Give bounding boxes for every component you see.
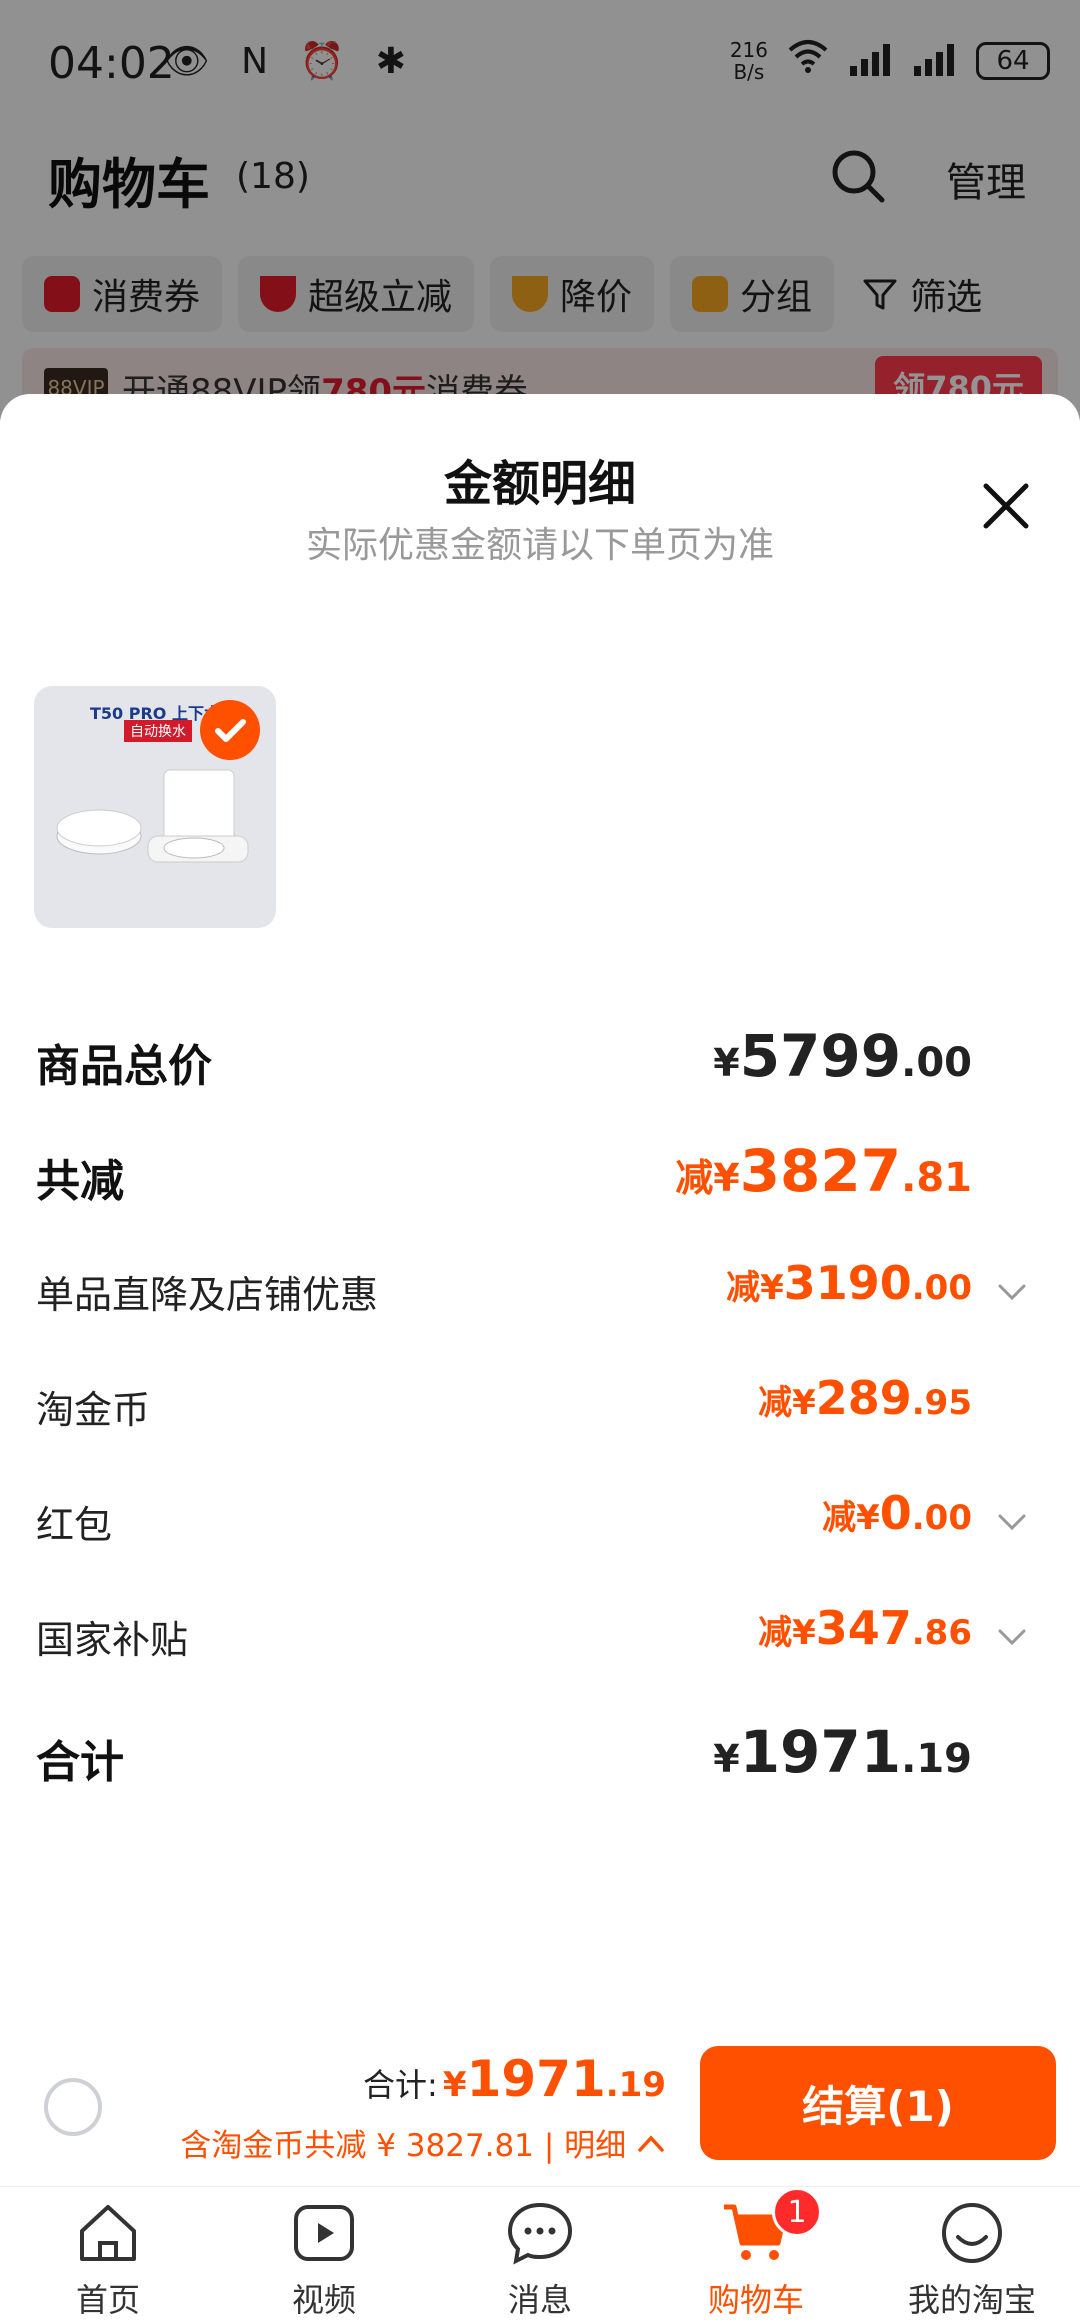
product-tag: 自动换水 — [124, 720, 192, 742]
row-amount: ¥5799.00 — [713, 1022, 972, 1090]
row-amount: 减¥3190.00 — [726, 1256, 972, 1310]
checkout-button[interactable]: 结算(1) — [700, 2046, 1056, 2160]
checkout-total: 合计: ¥1971.19 — [363, 2050, 666, 2108]
row-store-discount[interactable]: 单品直降及店铺优惠 减¥3190.00 — [36, 1256, 1040, 1336]
tab-video[interactable]: 视频 — [216, 2187, 432, 2324]
row-amount: 减¥3827.81 — [675, 1137, 972, 1205]
selected-check-icon[interactable] — [200, 700, 260, 760]
tab-messages[interactable]: 消息 — [432, 2187, 648, 2324]
row-total-discount: 共减 减¥3827.81 — [36, 1137, 1040, 1217]
sheet-subtitle: 实际优惠金额请以下单页为准 — [305, 525, 774, 566]
tab-my-taobao[interactable]: 我的淘宝 — [864, 2187, 1080, 2324]
row-red-packet[interactable]: 红包 减¥0.00 — [36, 1486, 1040, 1566]
row-amount: ¥1971.19 — [713, 1718, 972, 1786]
row-subtotal: 商品总价 ¥5799.00 — [36, 1022, 1040, 1102]
row-label: 淘金币 — [36, 1388, 151, 1432]
tab-home[interactable]: 首页 — [0, 2187, 216, 2324]
robot-vacuum-image — [56, 769, 249, 863]
chevron-down-icon[interactable] — [994, 1504, 1030, 1540]
message-icon — [507, 2202, 573, 2265]
row-label: 国家补贴 — [36, 1618, 189, 1662]
row-label: 商品总价 — [36, 1041, 212, 1092]
select-all-radio[interactable] — [44, 2078, 102, 2136]
cart-badge: 1 — [772, 2187, 822, 2237]
row-amount: 减¥289.95 — [758, 1371, 972, 1425]
close-icon[interactable] — [980, 480, 1032, 532]
checkout-bar: 合计: ¥1971.19 含淘金币共减 ¥ 3827.81 | 明细 结算(1) — [0, 2040, 1080, 2186]
home-icon — [80, 2205, 136, 2261]
bottom-tab-bar: 首页 视频 消息 购物车 1 我的淘宝 — [0, 2186, 1080, 2324]
sheet-title: 金额明细 — [443, 456, 636, 512]
row-label: 共减 — [36, 1156, 124, 1207]
row-amount: 减¥0.00 — [822, 1486, 972, 1540]
checkout-total-amount: ¥1971.19 — [442, 2050, 666, 2108]
tab-cart[interactable]: 购物车 1 — [648, 2187, 864, 2324]
product-thumbnail[interactable]: T50 PRO 上下水版 自动换水 — [34, 686, 276, 928]
row-label: 红包 — [36, 1503, 113, 1547]
row-taojinbi: 淘金币 减¥289.95 — [36, 1371, 1040, 1451]
row-label: 合计 — [36, 1737, 124, 1788]
row-national-subsidy[interactable]: 国家补贴 减¥347.86 — [36, 1601, 1040, 1681]
row-amount: 减¥347.86 — [758, 1601, 972, 1655]
chevron-down-icon[interactable] — [994, 1274, 1030, 1310]
amount-detail-sheet: 金额明细 实际优惠金额请以下单页为准 T50 PRO 上下水版 自动换水 商品总… — [0, 394, 1080, 2194]
row-label: 单品直降及店铺优惠 — [36, 1273, 379, 1317]
video-icon — [294, 2205, 354, 2261]
row-grand-total: 合计 ¥1971.19 — [36, 1718, 1040, 1798]
chevron-down-icon[interactable] — [994, 1619, 1030, 1655]
modal-overlay[interactable] — [0, 0, 1080, 420]
discount-detail-toggle[interactable]: 含淘金币共减 ¥ 3827.81 | 明细 — [180, 2120, 666, 2165]
profile-icon — [942, 2203, 1002, 2263]
chevron-up-icon — [638, 2135, 664, 2152]
